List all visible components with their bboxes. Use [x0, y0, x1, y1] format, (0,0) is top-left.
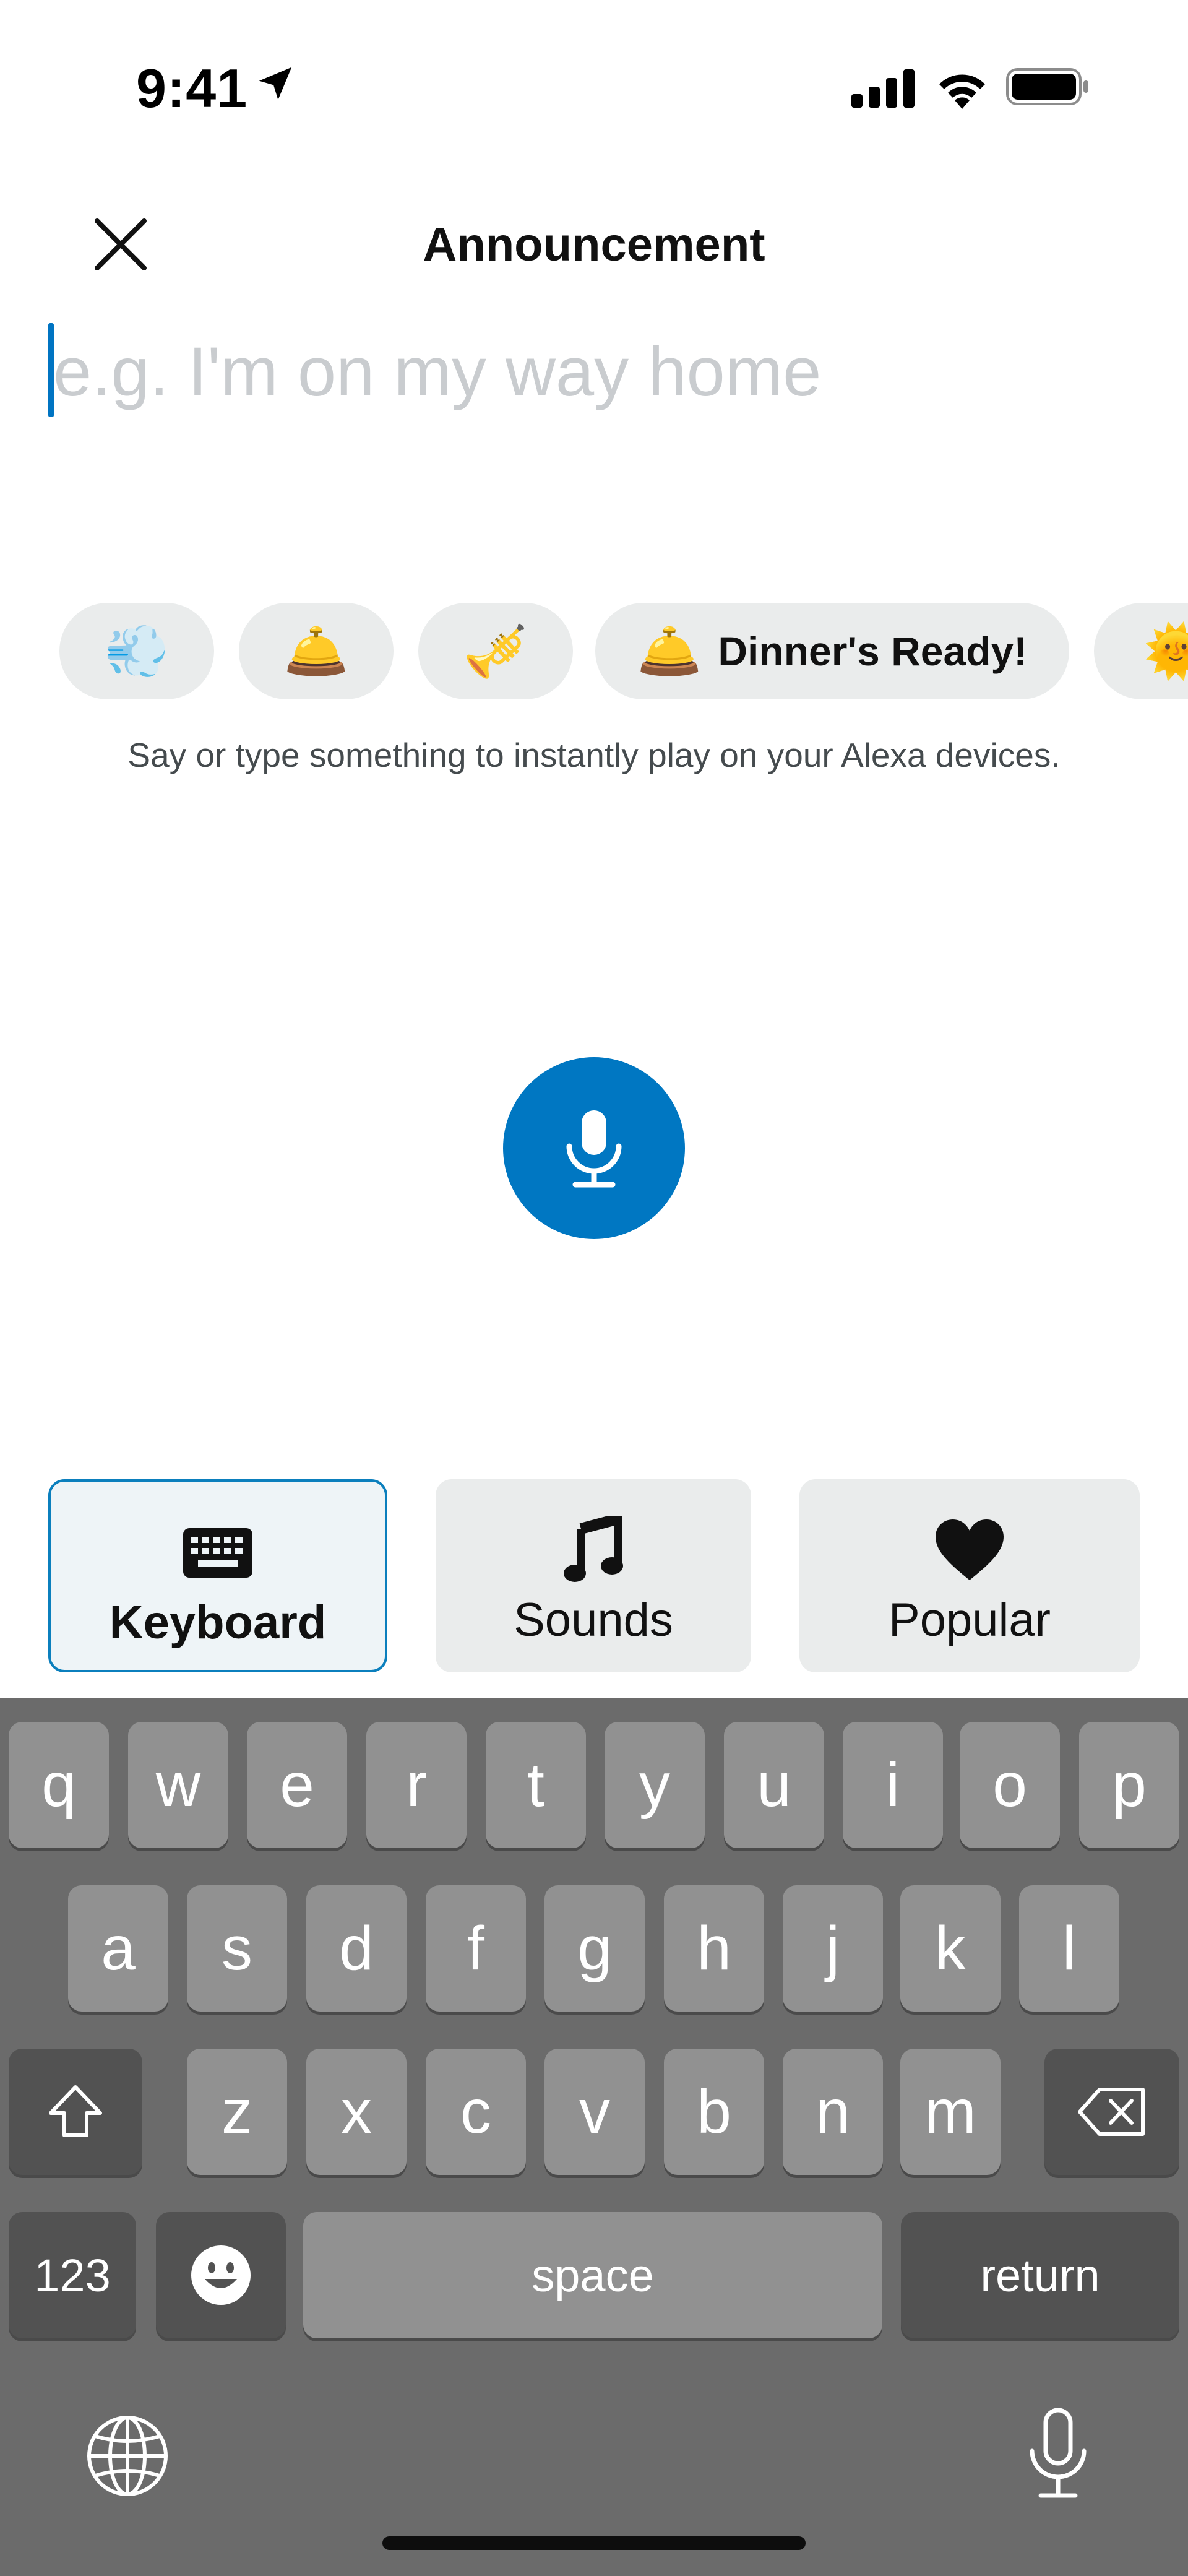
tab-sounds-label: Sounds: [514, 1594, 673, 1646]
key[interactable]: j: [783, 1885, 883, 2012]
page-title: Announcement: [423, 218, 765, 271]
key[interactable]: h: [664, 1885, 764, 2012]
bell-emoji-icon: 🛎️: [637, 622, 702, 680]
emoji-key[interactable]: [156, 2212, 286, 2338]
key[interactable]: b: [664, 2049, 764, 2175]
battery-icon: [1006, 68, 1088, 105]
key[interactable]: n: [783, 2049, 883, 2175]
status-bar: 9:41: [0, 0, 1188, 173]
key[interactable]: a: [68, 1885, 168, 2012]
delete-key[interactable]: [1044, 2049, 1179, 2175]
chip-trumpet[interactable]: 🎺: [418, 603, 573, 699]
tab-sounds[interactable]: Sounds: [436, 1479, 751, 1672]
chip-dinners-ready[interactable]: 🛎️ Dinner's Ready!: [595, 603, 1069, 699]
key[interactable]: v: [544, 2049, 645, 2175]
key[interactable]: q: [9, 1722, 109, 1848]
globe-icon[interactable]: [85, 2414, 170, 2498]
cellular-signal-icon: [851, 69, 915, 108]
key[interactable]: g: [544, 1885, 645, 2012]
microphone-icon: [566, 1110, 622, 1188]
tab-keyboard[interactable]: Keyboard: [48, 1479, 387, 1672]
space-key[interactable]: space: [303, 2212, 882, 2338]
key[interactable]: w: [128, 1722, 228, 1848]
tab-keyboard-label: Keyboard: [109, 1596, 327, 1649]
key[interactable]: u: [724, 1722, 824, 1848]
key[interactable]: t: [486, 1722, 586, 1848]
key[interactable]: l: [1019, 1885, 1119, 2012]
key[interactable]: p: [1079, 1722, 1179, 1848]
key[interactable]: z: [187, 2049, 287, 2175]
chip-wind[interactable]: 💨: [59, 603, 214, 699]
shift-icon: [49, 2085, 102, 2137]
chip-sun[interactable]: 🌞: [1094, 603, 1188, 699]
music-note-icon: [564, 1516, 623, 1582]
key[interactable]: x: [306, 2049, 407, 2175]
trumpet-emoji-icon: 🎺: [463, 622, 528, 680]
shift-key[interactable]: [9, 2049, 142, 2175]
wifi-icon: [939, 74, 985, 109]
key[interactable]: r: [366, 1722, 467, 1848]
wind-emoji-icon: 💨: [104, 622, 170, 680]
return-key[interactable]: return: [901, 2212, 1179, 2338]
chip-bell[interactable]: 🛎️: [239, 603, 394, 699]
heart-icon: [936, 1519, 1004, 1580]
key[interactable]: i: [843, 1722, 943, 1848]
announcement-input[interactable]: [48, 322, 1150, 421]
tab-popular[interactable]: Popular: [799, 1479, 1140, 1672]
text-caret: [48, 323, 54, 417]
key[interactable]: y: [605, 1722, 705, 1848]
bell-emoji-icon: 🛎️: [283, 622, 349, 680]
chip-label: Dinner's Ready!: [718, 628, 1028, 674]
key[interactable]: d: [306, 1885, 407, 2012]
status-time: 9:41: [136, 58, 248, 119]
home-indicator[interactable]: [382, 2536, 806, 2550]
location-arrow-icon: [259, 67, 292, 100]
key[interactable]: f: [426, 1885, 526, 2012]
key[interactable]: o: [960, 1722, 1060, 1848]
delete-icon: [1078, 2088, 1145, 2136]
key[interactable]: c: [426, 2049, 526, 2175]
keyboard-icon: [183, 1528, 252, 1578]
emoji-icon: [191, 2245, 251, 2305]
dictation-mic-icon[interactable]: [1027, 2408, 1089, 2500]
key[interactable]: m: [900, 2049, 1001, 2175]
numbers-key[interactable]: 123: [9, 2212, 136, 2338]
tab-popular-label: Popular: [889, 1594, 1051, 1646]
voice-record-button[interactable]: [503, 1057, 685, 1239]
key[interactable]: k: [900, 1885, 1001, 2012]
key[interactable]: s: [187, 1885, 287, 2012]
key[interactable]: e: [247, 1722, 347, 1848]
sound-chips-row[interactable]: 💨 🛎️ 🎺 🛎️ Dinner's Ready! 🌞: [59, 603, 1188, 699]
hint-text: Say or type something to instantly play …: [127, 736, 1061, 774]
sun-emoji-icon: 🌞: [1143, 622, 1188, 680]
